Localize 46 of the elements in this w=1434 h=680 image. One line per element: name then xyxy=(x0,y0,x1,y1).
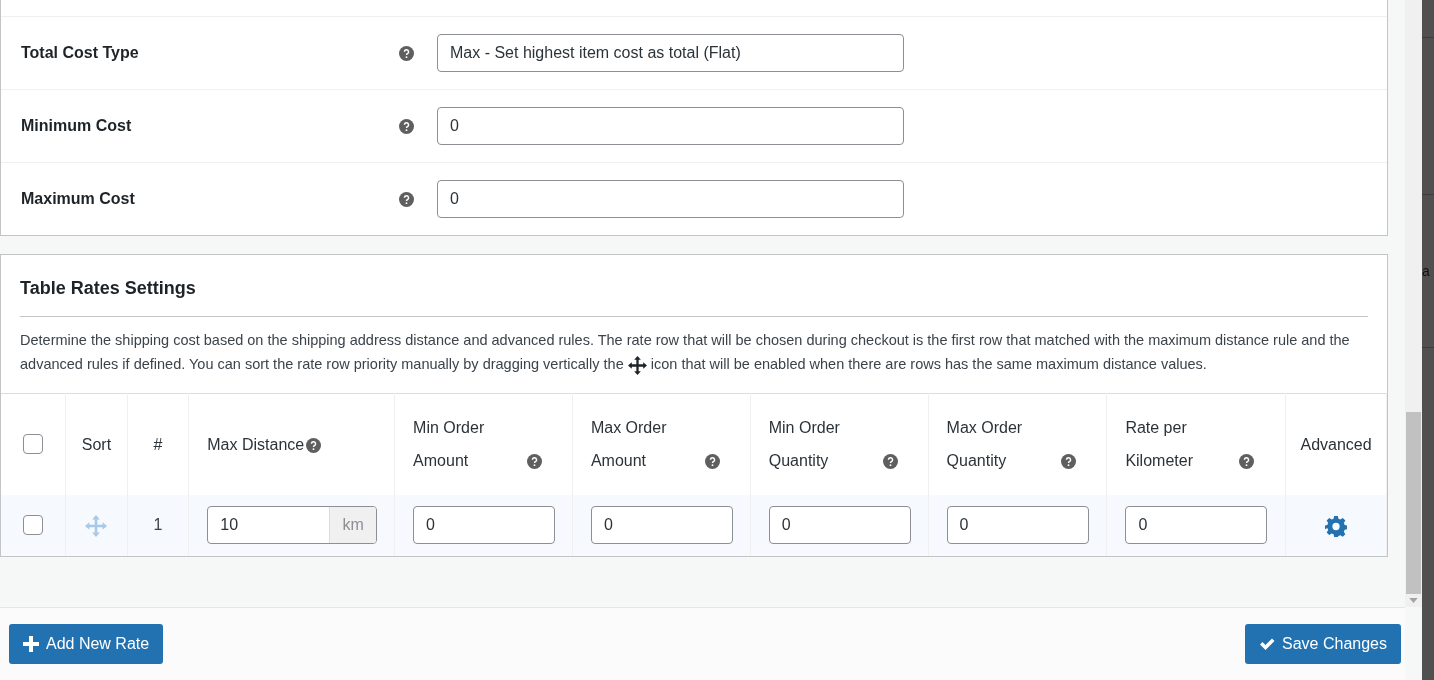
help-icon[interactable] xyxy=(1060,454,1076,470)
row-number: 1 xyxy=(153,516,163,533)
scrollbar[interactable] xyxy=(1405,0,1422,607)
checkbox[interactable] xyxy=(23,434,44,455)
distance-value: 10 xyxy=(219,515,240,535)
column-header: Sort xyxy=(81,435,112,453)
help-icon[interactable] xyxy=(527,454,543,470)
cut-text: a xyxy=(1422,261,1430,281)
column-header: Max Order Quantity xyxy=(946,418,1024,472)
help-icon[interactable] xyxy=(882,454,898,470)
column-header: Max Distance xyxy=(207,434,305,455)
help-icon[interactable] xyxy=(1239,454,1255,470)
settings-icon[interactable] xyxy=(1325,514,1348,537)
checkbox[interactable] xyxy=(23,515,44,535)
help-icon[interactable] xyxy=(306,437,322,453)
help-icon[interactable] xyxy=(704,454,720,470)
section-title: Table Rates Settings xyxy=(20,255,1368,317)
plus-icon xyxy=(23,636,39,652)
column-header: Advanced xyxy=(1300,435,1372,453)
move-icon xyxy=(85,514,108,537)
column-header: Min Order Quantity xyxy=(768,418,841,472)
help-icon[interactable] xyxy=(399,45,414,61)
input-field[interactable]: 0 xyxy=(1125,506,1268,544)
setting-label: Minimum Cost xyxy=(20,116,133,136)
column-header: Max Order Amount xyxy=(590,418,668,472)
add-rate-button[interactable]: Add New Rate xyxy=(9,624,164,664)
input-field[interactable]: 0 xyxy=(946,506,1089,544)
help-icon[interactable] xyxy=(399,191,414,207)
input-field[interactable]: 0 xyxy=(768,506,911,544)
check-icon xyxy=(1259,636,1276,652)
save-button[interactable]: Save Changes xyxy=(1245,624,1401,664)
help-icon[interactable] xyxy=(399,118,414,134)
column-header: # xyxy=(153,435,163,453)
column-header: Rate per Kilometer xyxy=(1125,418,1194,472)
move-icon xyxy=(627,355,647,375)
input-field[interactable]: 0 xyxy=(437,180,904,218)
unit-label: km xyxy=(329,507,377,543)
input-field[interactable]: 0 xyxy=(590,506,733,544)
distance-field[interactable]: 10 km xyxy=(207,506,378,544)
description-text: Determine the shipping cost based on the shipping address distance and advanced rules. The rate row that will be chosen during checkout is the first row that matched with the maximum distance rule and the advanced rules if defined. You can sort the rate row priority manually by dragging vertically the icon that will be enabled when there are rows has the same maximum distance values. xyxy=(20,317,1368,393)
column-header: Min Order Amount xyxy=(413,418,486,472)
input-field[interactable]: 0 xyxy=(413,506,556,544)
input-field[interactable]: 0 xyxy=(437,107,904,145)
setting-label: Total Cost Type xyxy=(20,43,140,63)
setting-label: Maximum Cost xyxy=(20,189,136,209)
input-field[interactable]: Max - Set highest item cost as total (Flat) xyxy=(437,34,904,72)
